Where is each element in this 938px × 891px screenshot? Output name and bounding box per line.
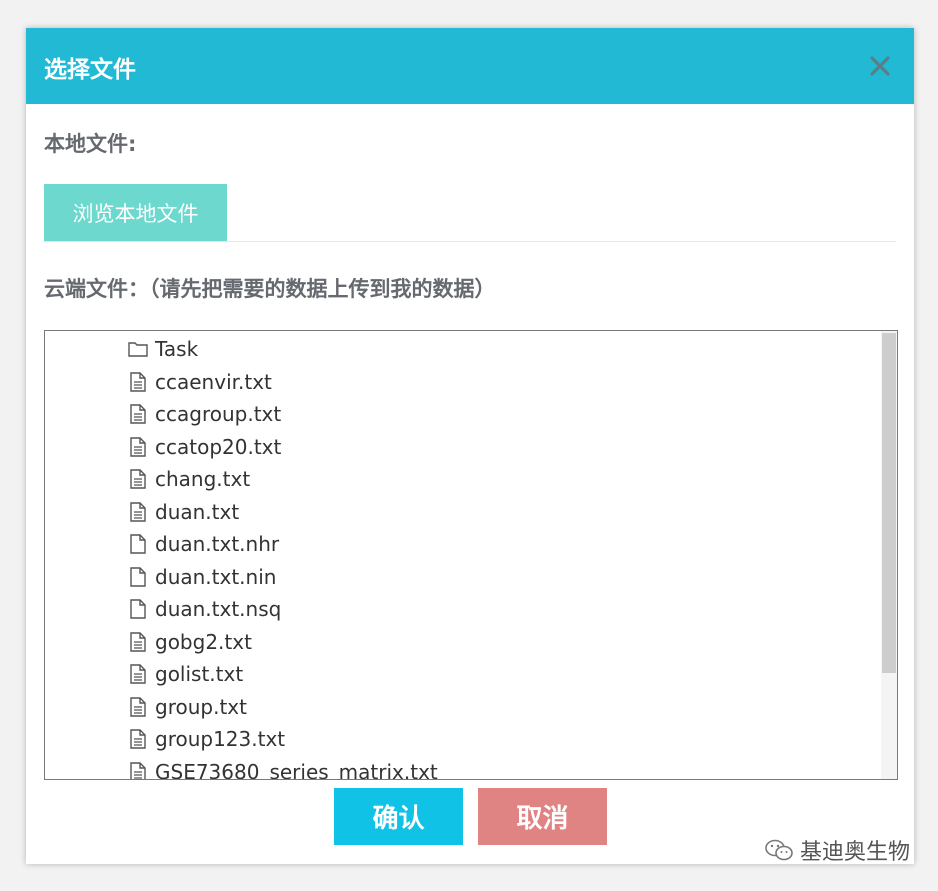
text-file-icon — [130, 469, 146, 489]
file-list-item[interactable]: ccagroup.txt — [127, 398, 281, 430]
file-name: duan.txt.nhr — [155, 532, 280, 556]
cloud-file-list[interactable]: Task ccaenvir.txt ccagroup.txt ccatop20.txt… — [44, 330, 898, 780]
blank-file-icon — [127, 533, 155, 555]
blank-file-icon — [127, 566, 155, 588]
file-name: group123.txt — [155, 727, 286, 751]
text-file-icon — [127, 696, 155, 718]
scrollbar[interactable] — [881, 331, 897, 779]
file-list-item[interactable]: Task — [127, 333, 198, 365]
file-list-item[interactable]: duan.txt.nhr — [127, 528, 279, 560]
blank-file-icon — [130, 566, 146, 587]
file-list-item[interactable]: GSE73680_series_matrix.txt — [127, 756, 438, 780]
file-select-dialog: 选择文件 本地文件: 浏览本地文件 云端文件：（请先把需要的数据上传到我的数据）… — [26, 28, 914, 864]
text-file-icon — [130, 501, 146, 522]
folder-icon — [127, 338, 155, 360]
file-name: golist.txt — [155, 662, 244, 686]
text-file-icon — [130, 371, 146, 392]
blank-file-icon — [130, 534, 146, 554]
blank-file-icon — [130, 599, 146, 619]
blank-file-icon — [127, 598, 155, 620]
text-file-icon — [127, 761, 155, 779]
file-list-item[interactable]: group123.txt — [127, 723, 285, 755]
file-name: duan.txt — [155, 499, 240, 524]
text-file-icon — [130, 436, 146, 457]
cloud-file-label: 云端文件：（请先把需要的数据上传到我的数据） — [44, 277, 496, 301]
file-list-item[interactable]: golist.txt — [127, 658, 243, 690]
wechat-icon — [765, 839, 793, 861]
file-name: duan.txt.nsq — [155, 597, 282, 621]
file-list-item[interactable]: duan.txt.nsq — [127, 593, 281, 625]
close-button[interactable] — [862, 48, 898, 84]
watermark-text: 基迪奥生物 — [799, 840, 910, 865]
text-file-icon — [130, 696, 146, 717]
dialog-title: 选择文件 — [44, 57, 136, 83]
watermark: 基迪奥生物 — [764, 834, 910, 866]
text-file-icon — [127, 728, 155, 750]
dialog-header: 选择文件 — [26, 28, 914, 104]
file-name: ccatop20.txt — [155, 434, 282, 459]
text-file-icon — [127, 501, 155, 523]
file-list-item[interactable]: duan.txt.nin — [127, 561, 276, 593]
file-name: ccaenvir.txt — [155, 369, 272, 394]
text-file-icon — [127, 371, 155, 393]
text-file-icon — [130, 761, 146, 779]
text-file-icon — [127, 436, 155, 458]
file-name: Task — [155, 337, 199, 361]
close-icon — [870, 56, 890, 76]
text-file-icon — [130, 631, 146, 652]
text-file-icon — [127, 403, 155, 425]
file-name: GSE73680_series_matrix.txt — [155, 759, 438, 780]
confirm-button[interactable]: 确认 — [334, 788, 463, 845]
text-file-icon — [130, 404, 146, 424]
file-name: chang.txt — [155, 467, 251, 491]
file-list-item[interactable]: gobg2.txt — [127, 626, 252, 658]
local-file-label: 本地文件: — [44, 132, 137, 156]
text-file-icon — [130, 729, 146, 749]
file-list-item[interactable]: ccaenvir.txt — [127, 366, 272, 398]
divider — [44, 241, 896, 242]
file-name: duan.txt.nin — [155, 564, 277, 589]
file-list-item[interactable]: duan.txt — [127, 496, 239, 528]
file-list-item[interactable]: ccatop20.txt — [127, 431, 281, 463]
file-list-item[interactable]: group.txt — [127, 691, 247, 723]
file-name: ccagroup.txt — [155, 402, 282, 426]
file-name: gobg2.txt — [155, 629, 252, 654]
cancel-button[interactable]: 取消 — [478, 788, 607, 845]
text-file-icon — [127, 631, 155, 653]
text-file-icon — [130, 664, 146, 684]
text-file-icon — [127, 663, 155, 685]
text-file-icon — [127, 468, 155, 490]
scrollbar-thumb[interactable] — [882, 333, 896, 673]
browse-local-button[interactable]: 浏览本地文件 — [44, 184, 227, 241]
file-list-items: Task ccaenvir.txt ccagroup.txt ccatop20.txt… — [45, 331, 881, 779]
file-list-item[interactable]: chang.txt — [127, 463, 250, 495]
folder-icon — [128, 342, 148, 357]
file-name: group.txt — [155, 694, 247, 719]
